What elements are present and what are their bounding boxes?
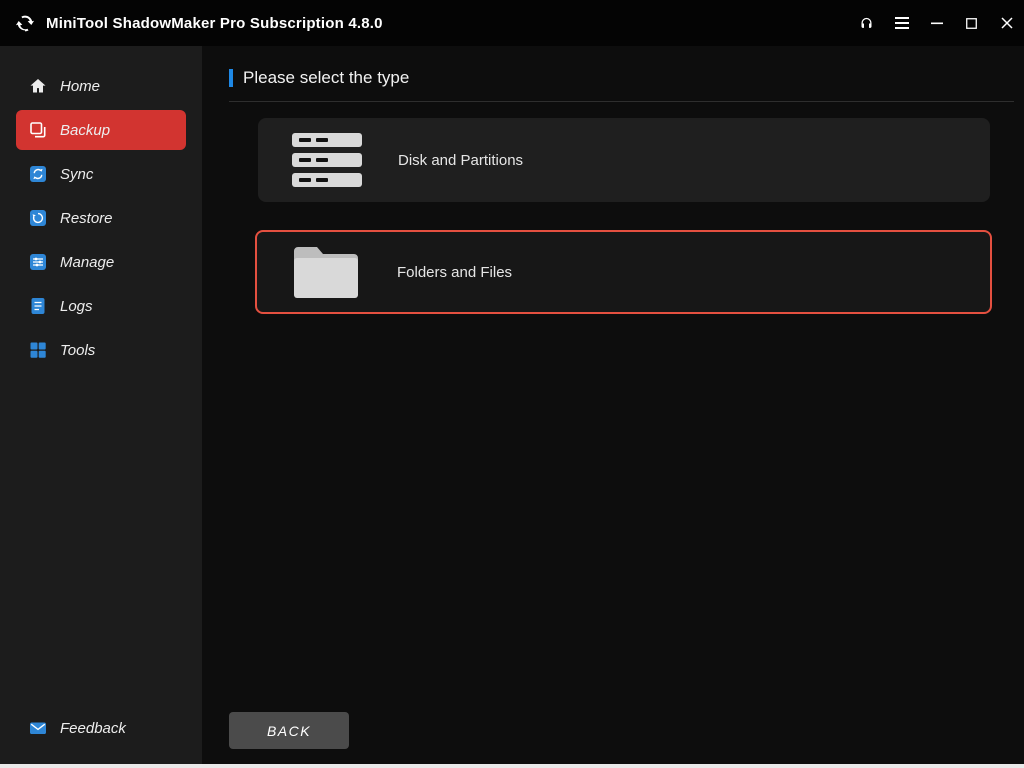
backup-icon: [29, 121, 47, 139]
window-title: MiniTool ShadowMaker Pro Subscription 4.…: [46, 15, 383, 32]
sidebar-item-label: Logs: [60, 298, 93, 315]
minitool-logo-icon: [14, 12, 36, 34]
folder-icon: [291, 244, 361, 300]
envelope-icon: [29, 719, 47, 737]
titlebar: MiniTool ShadowMaker Pro Subscription 4.…: [0, 0, 1024, 46]
bottom-edge-strip: [0, 764, 1024, 768]
sidebar-item-sync[interactable]: Sync: [16, 154, 186, 194]
sidebar-item-label: Restore: [60, 210, 113, 227]
option-label: Disk and Partitions: [398, 152, 523, 169]
sync-icon: [29, 165, 47, 183]
sidebar-item-backup[interactable]: Backup: [16, 110, 186, 150]
sidebar-item-label: Sync: [60, 166, 93, 183]
logs-icon: [29, 297, 47, 315]
maximize-button[interactable]: [954, 0, 989, 46]
option-disk-and-partitions[interactable]: Disk and Partitions: [258, 118, 990, 202]
content-area: Home Backup: [0, 46, 1024, 764]
sidebar-item-label: Home: [60, 78, 100, 95]
option-label: Folders and Files: [397, 264, 512, 281]
sidebar-item-label: Manage: [60, 254, 114, 271]
minimize-button[interactable]: [919, 0, 954, 46]
disk-stack-icon: [292, 132, 362, 188]
page-title: Please select the type: [243, 68, 409, 88]
sidebar: Home Backup: [0, 46, 202, 764]
sidebar-item-logs[interactable]: Logs: [16, 286, 186, 326]
option-folders-and-files[interactable]: Folders and Files: [255, 230, 992, 314]
sidebar-item-label: Tools: [60, 342, 95, 359]
sidebar-item-label: Feedback: [60, 720, 126, 737]
manage-icon: [29, 253, 47, 271]
heading-accent-bar: [229, 69, 233, 87]
heading-row: Please select the type: [229, 68, 1024, 88]
heading-separator: [229, 101, 1014, 102]
back-button[interactable]: BACK: [229, 712, 349, 749]
sidebar-item-home[interactable]: Home: [16, 66, 186, 106]
sidebar-item-restore[interactable]: Restore: [16, 198, 186, 238]
restore-icon: [29, 209, 47, 227]
home-icon: [29, 77, 47, 95]
sidebar-item-label: Backup: [60, 122, 110, 139]
menu-button[interactable]: [884, 0, 919, 46]
window-controls: [849, 0, 1024, 46]
tools-icon: [29, 341, 47, 359]
sidebar-item-tools[interactable]: Tools: [16, 330, 186, 370]
main-panel: Please select the type: [202, 46, 1024, 764]
support-button[interactable]: [849, 0, 884, 46]
sidebar-item-manage[interactable]: Manage: [16, 242, 186, 282]
close-button[interactable]: [989, 0, 1024, 46]
sidebar-item-feedback[interactable]: Feedback: [16, 708, 186, 748]
app-window: MiniTool ShadowMaker Pro Subscription 4.…: [0, 0, 1024, 768]
